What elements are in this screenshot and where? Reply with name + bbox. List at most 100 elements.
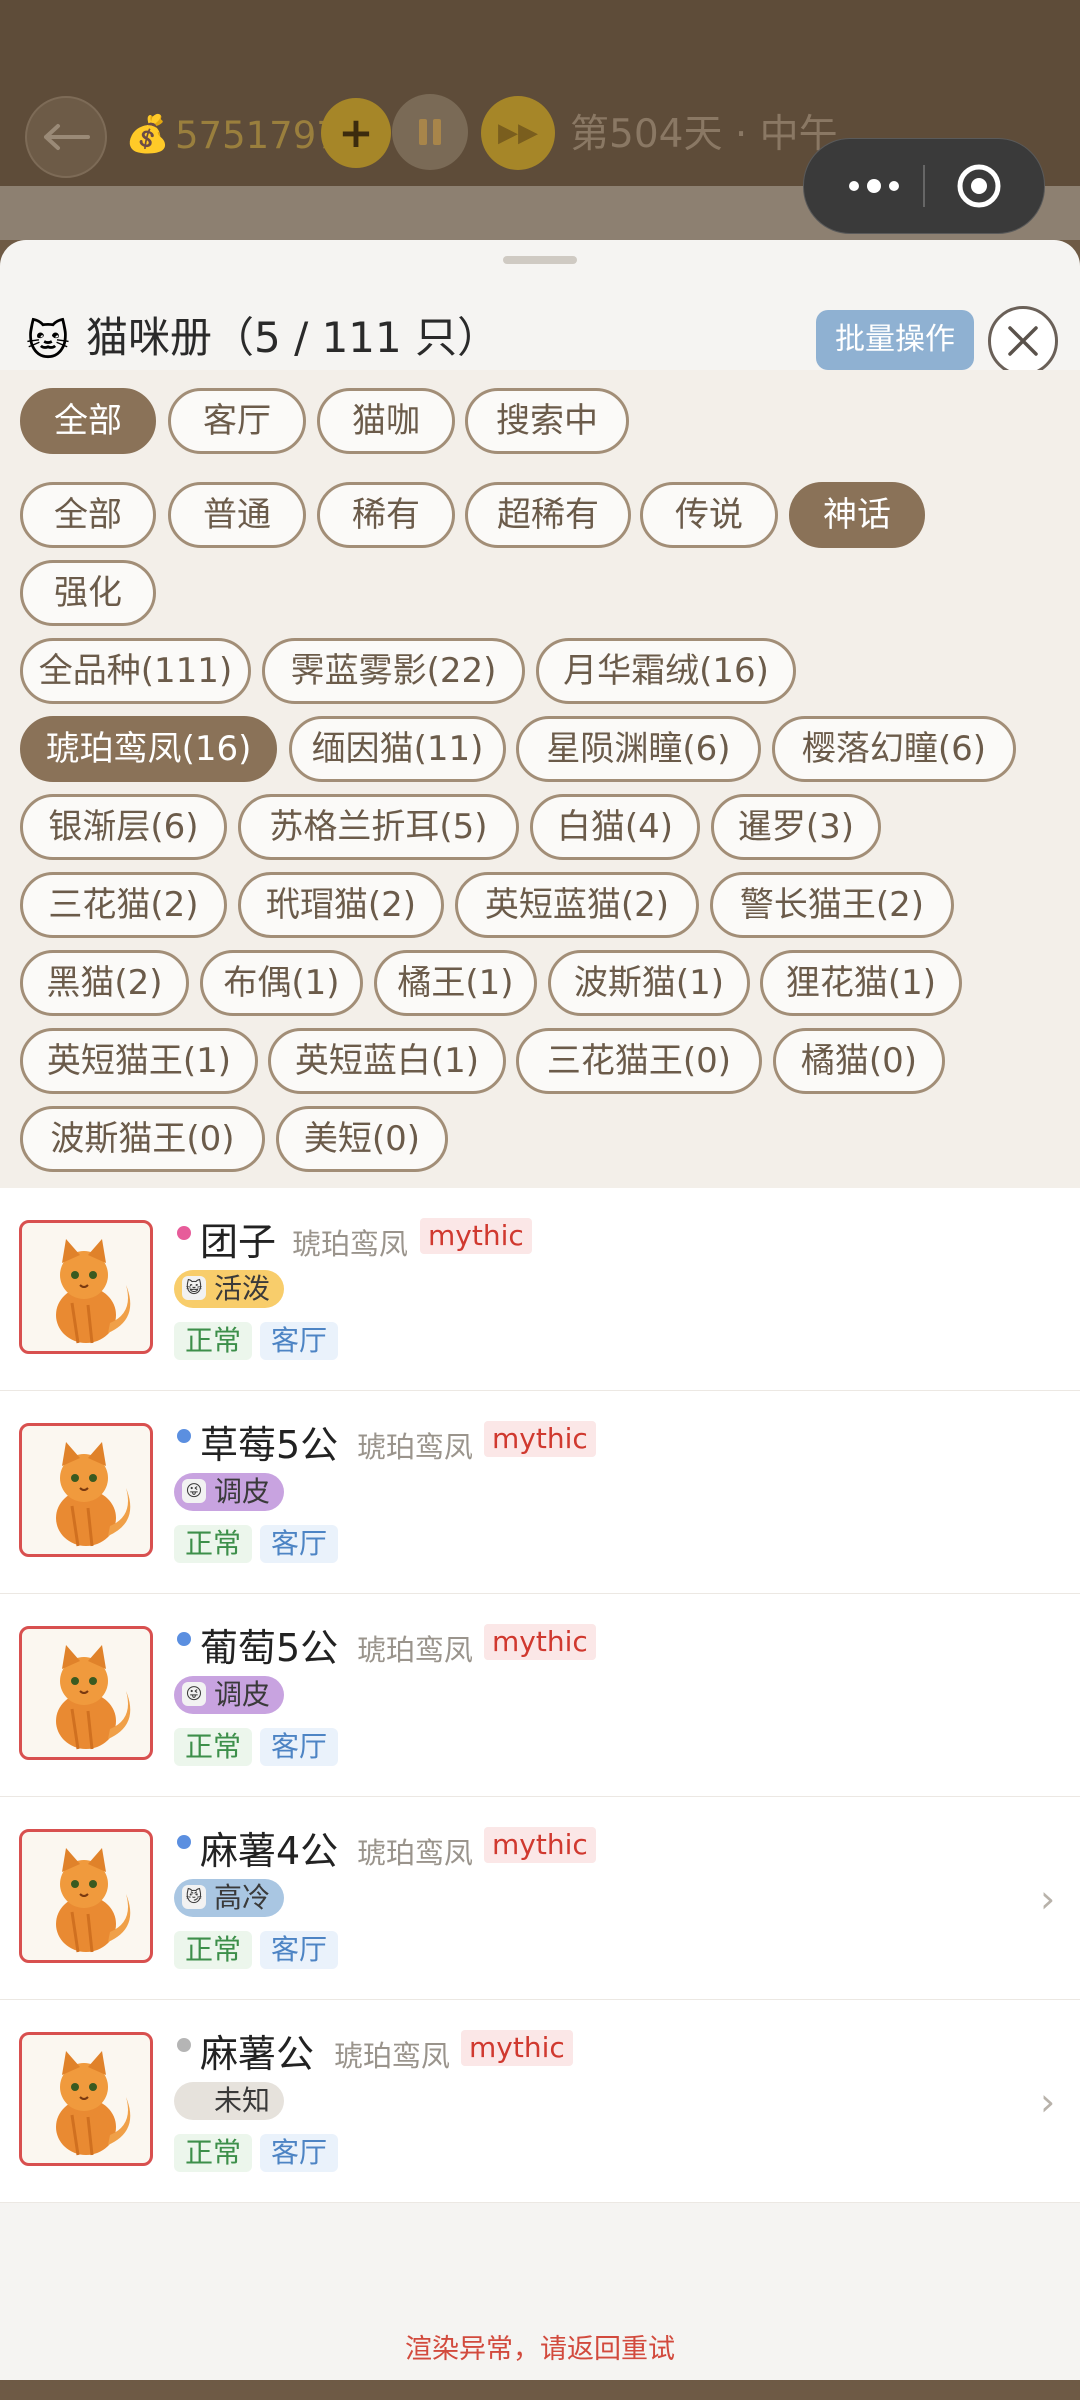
pause-icon [419,119,427,145]
miniprogram-capsule [803,138,1045,234]
close-button[interactable] [988,306,1058,376]
orange-cat-icon [56,1848,131,1953]
cat-name: 团子 [200,1220,277,1264]
personality-badge: 😜 调皮 [174,1676,284,1714]
rarity-badge: mythic [484,1624,596,1660]
rarity-filter-legend[interactable]: 传说 [640,482,778,548]
breed-filter[interactable]: 英短蓝白(1) [268,1028,506,1094]
rarity-filter-mythic[interactable]: 神话 [789,482,925,548]
breed-filter[interactable]: 波斯猫(1) [548,950,750,1016]
cat-name: 麻薯4公 [200,1829,339,1873]
location-tag: 客厅 [260,1525,339,1563]
breed-filter[interactable]: 橘王(1) [374,950,537,1016]
rarity-filter-common[interactable]: 普通 [168,482,306,548]
orange-cat-icon [56,1645,131,1750]
cat-list-item[interactable]: 麻薯公 琥珀鸾凤 mythic 未知 正常 客厅 › [0,2000,1080,2203]
rarity-badge: mythic [461,2030,573,2066]
gender-dot [177,1226,191,1240]
location-tag: 客厅 [260,2134,339,2172]
rarity-filter-all[interactable]: 全部 [20,482,156,548]
breed-filter[interactable]: 樱落幻瞳(6) [772,716,1016,782]
cat-breed: 琥珀鸾凤 [292,1227,409,1261]
location-tag: 客厅 [260,1322,339,1360]
breed-filter[interactable]: 狸花猫(1) [760,950,962,1016]
drag-handle[interactable] [503,256,577,264]
breed-filter[interactable]: 英短猫王(1) [20,1028,258,1094]
page-title: 猫咪册（5 / 111 只） [86,313,500,362]
cat-avatar [19,1423,153,1557]
cat-breed: 琥珀鸾凤 [334,2039,451,2073]
status-tag: 正常 [174,1931,253,1969]
cat-avatar [19,1829,153,1963]
add-coins-button[interactable]: + [321,98,391,168]
breed-filter[interactable]: 橘猫(0) [773,1028,945,1094]
rarity-filter-enhanced[interactable]: 强化 [20,560,156,626]
day-time-label: 第504天 · 中午 [570,112,838,157]
breed-filter[interactable]: 缅因猫(11) [289,716,506,782]
personality-badge: 😜 调皮 [174,1473,284,1511]
status-tag: 正常 [174,1525,253,1563]
gender-dot [177,2038,191,2052]
breed-filter[interactable]: 月华霜绒(16) [536,638,796,704]
breed-filter[interactable]: 苏格兰折耳(5) [238,794,519,860]
breed-filter[interactable]: 黑猫(2) [20,950,189,1016]
location-filter-living-room[interactable]: 客厅 [168,388,306,454]
rarity-filter-super-rare[interactable]: 超稀有 [465,482,631,548]
pause-button[interactable] [392,94,468,170]
cat-list-item[interactable]: 葡萄5公 琥珀鸾凤 mythic 😜 调皮 正常 客厅 [0,1594,1080,1797]
breed-filter[interactable]: 玳瑁猫(2) [238,872,444,938]
cat-name: 麻薯公 [200,2032,315,2076]
cat-list-item[interactable]: 团子 琥珀鸾凤 mythic 😺 活泼 正常 客厅 [0,1188,1080,1391]
filter-panel: 全部 客厅 猫咖 搜索中 全部 普通 稀有 超稀有 传说 神话 强化 全品种(1… [0,370,1080,1188]
arrow-left-icon [44,124,90,150]
breed-filter[interactable]: 美短(0) [276,1106,448,1172]
location-filter-searching[interactable]: 搜索中 [465,388,629,454]
cat-avatar [19,1626,153,1760]
close-miniprogram-icon[interactable] [954,161,1004,211]
breed-filter[interactable]: 三花猫(2) [20,872,227,938]
breed-filter[interactable]: 霁蓝雾影(22) [262,638,525,704]
breed-filter[interactable]: 星陨渊瞳(6) [516,716,761,782]
location-filter-cafe[interactable]: 猫咖 [317,388,455,454]
cat-face-icon: 🐱 [26,316,70,365]
chevron-right-icon[interactable]: › [1040,1879,1055,1919]
cat-list-item[interactable]: 麻薯4公 琥珀鸾凤 mythic 😼 高冷 正常 客厅 › [0,1797,1080,2000]
breed-filter[interactable]: 三花猫王(0) [516,1028,762,1094]
personality-badge: 未知 [174,2082,284,2120]
breed-filter-selected[interactable]: 琥珀鸾凤(16) [20,716,277,782]
breed-filter[interactable]: 白猫(4) [530,794,700,860]
bottom-bar [0,2380,1080,2400]
breed-filter[interactable]: 暹罗(3) [711,794,881,860]
face-icon: 😼 [182,1885,206,1909]
money-bag-icon: 💰 [125,114,170,155]
cat-avatar [19,1220,153,1354]
breed-filter[interactable]: 银渐层(6) [20,794,227,860]
breed-filter-all[interactable]: 全品种(111) [20,638,251,704]
orange-cat-icon [56,2051,131,2156]
cat-list-item[interactable]: 草莓5公 琥珀鸾凤 mythic 😜 调皮 正常 客厅 [0,1391,1080,1594]
breed-filter[interactable]: 波斯猫王(0) [20,1106,265,1172]
gender-dot [177,1632,191,1646]
batch-operation-button[interactable]: 批量操作 [816,310,974,370]
render-error-message: 渲染异常，请返回重试 [405,2334,675,2365]
more-menu-button[interactable] [834,139,914,233]
rarity-filter-rare[interactable]: 稀有 [317,482,455,548]
face-icon: 😺 [182,1276,206,1300]
status-tag: 正常 [174,1322,253,1360]
rarity-badge: mythic [420,1218,532,1254]
rarity-badge: mythic [484,1827,596,1863]
sheet-header: 🐱 猫咪册（5 / 111 只） 批量操作 [0,264,1080,376]
close-icon [1008,326,1038,356]
chevron-right-icon[interactable]: › [1040,2082,1055,2122]
back-button[interactable] [25,96,107,178]
location-tag: 客厅 [260,1931,339,1969]
gender-dot [177,1835,191,1849]
breed-filter[interactable]: 警长猫王(2) [710,872,954,938]
personality-badge: 😼 高冷 [174,1879,284,1917]
face-icon: 😜 [182,1479,206,1503]
coin-balance: 5751797 [175,114,340,157]
fast-forward-button[interactable]: ▶▶ [481,96,555,170]
location-filter-all[interactable]: 全部 [20,388,156,454]
breed-filter[interactable]: 英短蓝猫(2) [455,872,699,938]
breed-filter[interactable]: 布偶(1) [200,950,363,1016]
